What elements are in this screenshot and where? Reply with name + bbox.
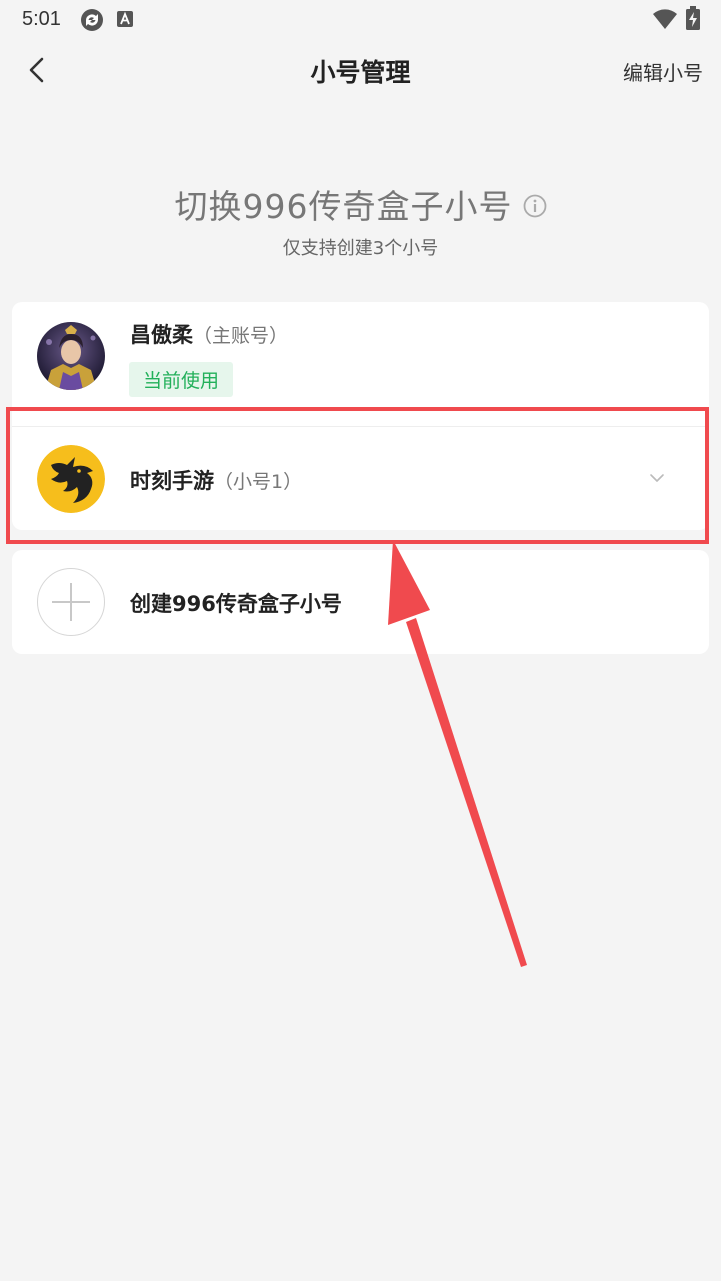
game-character-avatar: [37, 322, 105, 390]
sync-icon: [81, 9, 103, 31]
annotation-highlight-box: [6, 407, 709, 544]
create-account-label[interactable]: 创建996传奇盒子小号: [130, 588, 342, 618]
switch-subtitle: 仅支持创建3个小号: [282, 238, 439, 259]
plus-icon: [52, 583, 90, 621]
edit-accounts-button[interactable]: 编辑小号: [623, 57, 703, 86]
main-account-tag: （主账号）: [193, 325, 289, 347]
main-account-name-text: 昌傲柔: [130, 323, 193, 347]
keyboard-a-icon: [117, 11, 133, 27]
status-time: 5:01: [22, 8, 61, 30]
current-use-badge: 当前使用: [129, 362, 234, 397]
wifi-icon: [653, 9, 677, 29]
switch-title: 切换996传奇盒子小号: [174, 187, 513, 226]
page-title: 小号管理: [310, 58, 411, 87]
title-bar: 小号管理 编辑小号: [0, 38, 721, 104]
battery-charging-icon: [686, 6, 700, 30]
switch-header: 切换996传奇盒子小号 仅支持创建3个小号: [0, 180, 721, 260]
account-row-main[interactable]: 昌傲柔（主账号） 当前使用: [12, 302, 709, 416]
info-icon[interactable]: [523, 194, 547, 218]
switch-title-row: 切换996传奇盒子小号: [175, 180, 547, 228]
main-account-avatar: [37, 322, 105, 390]
status-bar: 5:01: [0, 0, 721, 38]
create-account-card[interactable]: 创建996传奇盒子小号: [12, 550, 709, 654]
add-account-button[interactable]: [37, 568, 105, 636]
main-account-name: 昌傲柔（主账号）: [130, 319, 288, 349]
